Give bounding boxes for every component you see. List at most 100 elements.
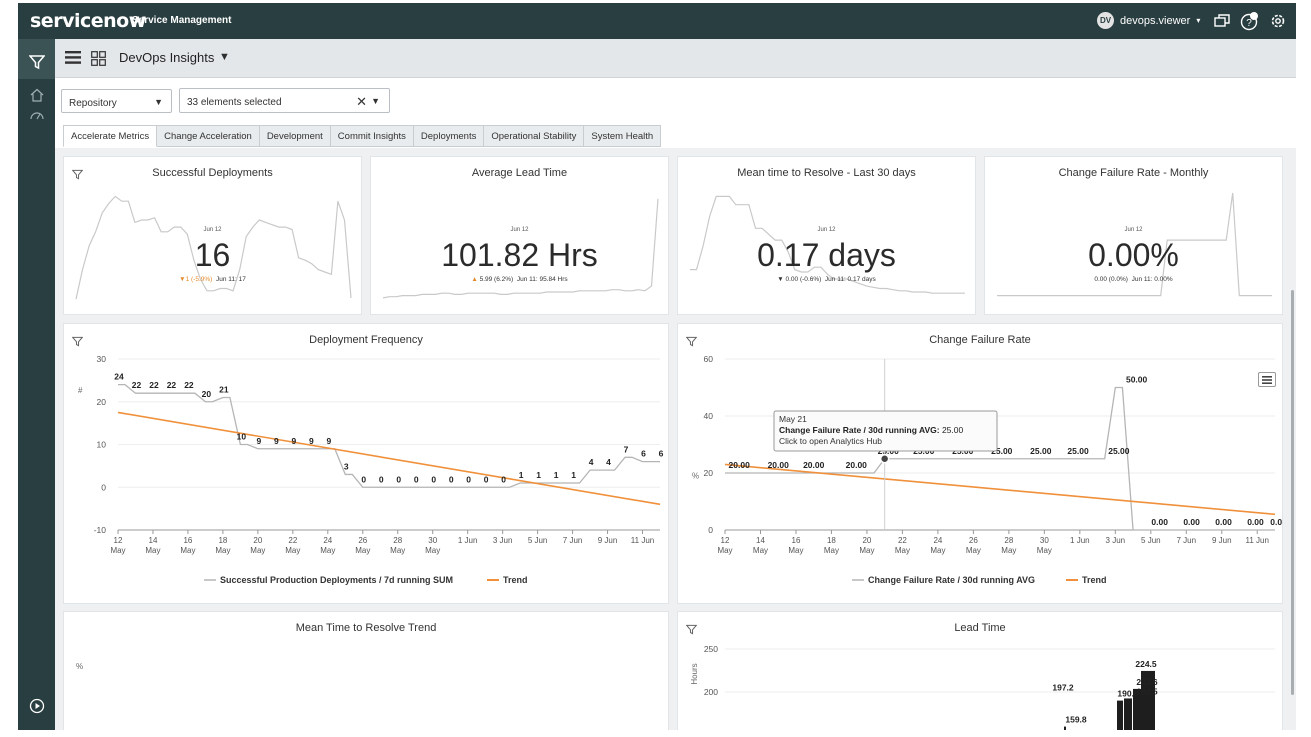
x-tick-label: 5 Jun: [1141, 536, 1161, 545]
kpi-value: 0.17 days: [757, 237, 896, 273]
x-tick-label: 1 Jun: [1070, 536, 1090, 545]
gear-icon[interactable]: [1268, 11, 1288, 31]
bar: [1124, 698, 1132, 730]
x-tick-label-day: 20: [253, 536, 262, 545]
dashboard-content: Repository ▼ 33 elements selected ✕ ▼ Ac…: [55, 78, 1296, 730]
data-label: 20.00: [803, 460, 825, 470]
data-label: 10: [237, 432, 247, 442]
data-label: 22: [149, 380, 159, 390]
play-icon[interactable]: [27, 696, 46, 715]
x-tick-label-month: May: [717, 546, 732, 555]
data-label: 20: [202, 389, 212, 399]
data-label: 0.00: [1247, 517, 1264, 527]
tab-accelerate-metrics[interactable]: Accelerate Metrics: [63, 125, 158, 147]
kpi-card-change-failure-rate-monthly[interactable]: Change Failure Rate - Monthly Jun 12 0.0…: [984, 156, 1283, 315]
data-label: 3: [344, 461, 349, 471]
y-tick-label: 40: [704, 411, 714, 421]
filter-icon[interactable]: [27, 52, 46, 71]
data-label: 0.00: [1183, 517, 1200, 527]
window-switch-icon[interactable]: [1212, 11, 1232, 31]
data-label: 0: [361, 474, 366, 484]
data-label: 9: [274, 436, 279, 446]
data-label: 7: [624, 444, 629, 454]
x-tick-label-month: May: [788, 546, 803, 555]
tab-development[interactable]: Development: [259, 125, 331, 147]
x-tick-label-month: May: [1001, 546, 1016, 555]
tab-system-health[interactable]: System Health: [584, 125, 662, 147]
x-tick-label-month: May: [753, 546, 768, 555]
data-label: 9: [326, 436, 331, 446]
tab-deployments[interactable]: Deployments: [413, 125, 485, 147]
hamburger-menu-icon[interactable]: [65, 51, 81, 69]
tab-change-acceleration[interactable]: Change Acceleration: [157, 125, 260, 147]
chart-title: Mean Time to Resolve Trend: [295, 622, 437, 634]
data-label: 0: [484, 474, 489, 484]
clear-icon[interactable]: ✕: [356, 94, 367, 110]
elements-multiselect[interactable]: 33 elements selected ✕ ▼: [179, 88, 390, 113]
user-menu[interactable]: DV devops.viewer ▾: [1097, 12, 1200, 29]
tab-operational-stability[interactable]: Operational Stability: [484, 125, 585, 147]
tooltip-hint: Click to open Analytics Hub: [779, 436, 882, 446]
data-label: 0: [449, 474, 454, 484]
y-tick-label: 20: [97, 397, 107, 407]
data-label: 224.5: [1135, 659, 1157, 669]
kpi-card-successful-deployments[interactable]: Successful Deployments Jun 12 16 ▼1 (-5.…: [63, 156, 362, 315]
legend-label: Successful Production Deployments / 7d r…: [220, 575, 453, 585]
tooltip-date: May 21: [779, 414, 807, 424]
tab-commit-insights[interactable]: Commit Insights: [330, 125, 414, 147]
legend-label: Trend: [1082, 575, 1107, 585]
kpi-card-average-lead-time[interactable]: Average Lead Time Jun 12 101.82 Hrs ▲ 5.…: [370, 156, 669, 315]
arrow-down-icon: ▼: [777, 276, 784, 283]
scrollbar[interactable]: [1291, 290, 1294, 695]
x-tick-label-day: 24: [323, 536, 332, 545]
dashboard-icon[interactable]: [27, 105, 46, 124]
x-tick-label: 7 Jun: [563, 536, 583, 545]
legend-label: Change Failure Rate / 30d running AVG: [868, 575, 1035, 585]
user-name: devops.viewer: [1120, 14, 1191, 27]
x-tick-label-day: 28: [1004, 536, 1013, 545]
data-label: 0: [414, 474, 419, 484]
repository-select-value: Repository: [69, 98, 117, 109]
y-tick-label: 10: [97, 440, 107, 450]
y-tick-label: 0: [708, 525, 713, 535]
data-label: 9: [291, 436, 296, 446]
data-label: 0: [431, 474, 436, 484]
kpi-card-mean-time-to-resolve[interactable]: Mean time to Resolve - Last 30 days Jun …: [677, 156, 976, 315]
data-label: 4: [606, 457, 611, 467]
chart-card-deployment-frequency[interactable]: Deployment Frequency -10 0 10 20 30 #12 May 14 M…: [63, 323, 669, 604]
repository-select[interactable]: Repository ▼: [61, 89, 172, 113]
data-label: 0.00: [1270, 517, 1283, 527]
x-tick-label-month: May: [859, 546, 874, 555]
page-title[interactable]: DevOps Insights: [119, 50, 214, 65]
home-icon[interactable]: [27, 85, 46, 104]
caret-down-icon[interactable]: ▼: [219, 51, 230, 63]
chart-card-mttr-trend[interactable]: Mean Time to Resolve Trend %: [63, 611, 669, 730]
data-label: 0: [379, 474, 384, 484]
data-label: 159.8: [1065, 715, 1087, 725]
x-tick-label-day: 28: [393, 536, 402, 545]
help-icon[interactable]: ?: [1240, 11, 1260, 31]
kpi-value: 101.82 Hrs: [441, 237, 598, 273]
chart-card-change-failure-rate[interactable]: Change Failure Rate 0 20 40 60% 12 May 14 May 16…: [677, 323, 1283, 604]
y-tick-label: 200: [704, 687, 718, 697]
data-label: 1: [554, 470, 559, 480]
y-axis-unit: %: [692, 472, 699, 481]
y-tick-label: 250: [704, 644, 718, 654]
x-tick-label-day: 30: [1040, 536, 1049, 545]
x-tick-label-day: 26: [969, 536, 978, 545]
data-label: 197.2: [1052, 682, 1074, 692]
tooltip-number: 25.00: [940, 425, 964, 435]
x-tick-label: 5 Jun: [528, 536, 548, 545]
x-tick-label-month: May: [966, 546, 981, 555]
y-axis-unit: #: [78, 386, 83, 395]
data-label: 21: [219, 384, 229, 394]
x-tick-label-day: 20: [862, 536, 871, 545]
y-tick-label: 30: [97, 354, 107, 364]
lead-time-chart: 200250Hours197.2190.0192.5203.6224.5159.…: [690, 644, 1275, 730]
caret-down-icon[interactable]: ▼: [371, 96, 380, 106]
x-tick-label-day: 22: [288, 536, 297, 545]
chart-card-lead-time[interactable]: Lead Time 200 250 Hours 197.2 190.0 192.5 203.…: [677, 611, 1283, 730]
brand-logo[interactable]: servicenow: [30, 10, 146, 32]
x-tick-label: 3 Jun: [493, 536, 513, 545]
grid-view-icon[interactable]: [91, 51, 106, 71]
